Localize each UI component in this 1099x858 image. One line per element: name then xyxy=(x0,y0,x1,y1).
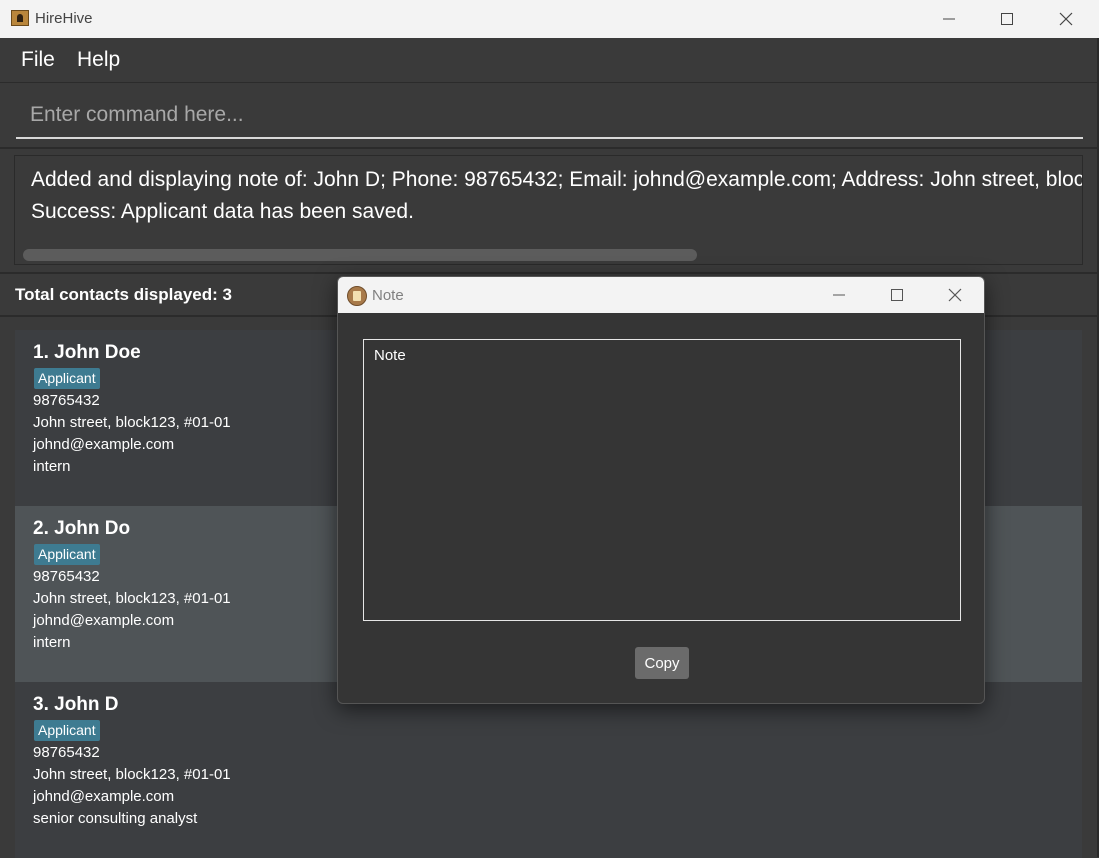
contact-card[interactable]: 3. John D Applicant 98765432 John street… xyxy=(15,682,1082,858)
note-dialog: Note Note Copy xyxy=(337,276,985,704)
contact-name: 2. John Do xyxy=(33,518,131,539)
maximize-icon xyxy=(891,289,903,301)
minimize-icon xyxy=(943,18,955,20)
minimize-button[interactable] xyxy=(920,0,978,38)
contact-address: John street, block123, #01-01 xyxy=(33,766,231,783)
maximize-button[interactable] xyxy=(978,0,1036,38)
dialog-title: Note xyxy=(372,287,404,304)
menu-bar: File Help xyxy=(0,38,1099,83)
title-bar: HireHive xyxy=(0,0,1099,38)
contact-phone: 98765432 xyxy=(33,744,100,761)
dialog-close-button[interactable] xyxy=(926,277,984,313)
contact-role: intern xyxy=(33,634,71,651)
tag-badge: Applicant xyxy=(34,544,100,565)
maximize-icon xyxy=(1001,13,1013,25)
contact-phone: 98765432 xyxy=(33,392,100,409)
close-button[interactable] xyxy=(1037,0,1095,38)
minimize-icon xyxy=(833,294,845,296)
app-icon xyxy=(11,10,29,26)
contact-role: intern xyxy=(33,458,71,475)
contact-name: 1. John Doe xyxy=(33,342,141,363)
result-line: Added and displaying note of: John D; Ph… xyxy=(31,168,1083,191)
close-icon xyxy=(948,288,962,302)
contact-role: senior consulting analyst xyxy=(33,810,198,827)
dialog-minimize-button[interactable] xyxy=(810,277,868,313)
contact-email: johnd@example.com xyxy=(33,788,175,805)
result-display: Added and displaying note of: John D; Ph… xyxy=(14,155,1083,265)
copy-button[interactable]: Copy xyxy=(635,647,689,679)
contact-email: johnd@example.com xyxy=(33,436,175,453)
horizontal-scrollbar[interactable] xyxy=(23,249,697,261)
contact-address: John street, block123, #01-01 xyxy=(33,590,231,607)
close-icon xyxy=(1059,12,1073,26)
divider xyxy=(0,147,1099,149)
tag-badge: Applicant xyxy=(34,368,100,389)
dialog-maximize-button[interactable] xyxy=(868,277,926,313)
note-icon xyxy=(347,286,367,306)
contact-name: 3. John D xyxy=(33,694,119,715)
window-title: HireHive xyxy=(35,10,93,27)
tag-badge: Applicant xyxy=(34,720,100,741)
dialog-title-bar: Note xyxy=(338,277,984,313)
contact-phone: 98765432 xyxy=(33,568,100,585)
menu-help[interactable]: Help xyxy=(77,48,120,72)
contact-email: johnd@example.com xyxy=(33,612,175,629)
command-input[interactable] xyxy=(16,93,1083,137)
divider xyxy=(0,272,1099,274)
note-text-area-container: Note xyxy=(363,339,961,621)
menu-file[interactable]: File xyxy=(21,48,55,72)
command-box xyxy=(16,93,1083,139)
total-contacts-label: Total contacts displayed: 3 xyxy=(15,285,232,304)
result-line: Success: Applicant data has been saved. xyxy=(31,200,414,223)
contact-address: John street, block123, #01-01 xyxy=(33,414,231,431)
note-text-area[interactable]: Note xyxy=(364,340,960,620)
